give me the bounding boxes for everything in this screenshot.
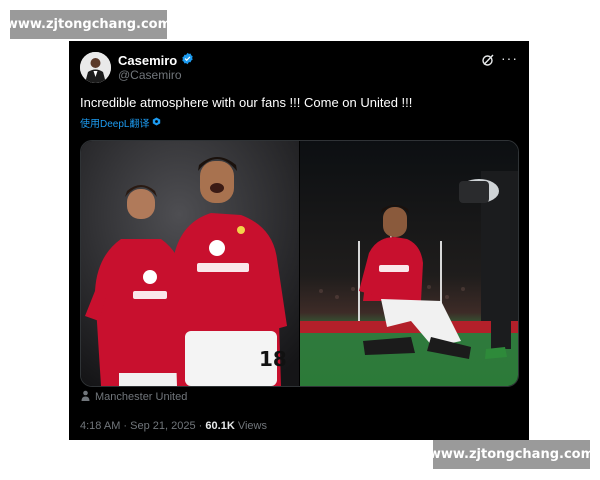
grok-icon[interactable] xyxy=(481,53,495,67)
verified-badge-icon xyxy=(181,52,194,68)
watermark-top: www.zjtongchang.com xyxy=(6,10,171,39)
translate-link[interactable]: 使用DeepL翻译 xyxy=(80,115,161,130)
post-meta: 4:18 AM · Sep 21, 2025 · 60.1K Views xyxy=(80,420,267,432)
location-icon xyxy=(81,390,90,404)
post-text: Incredible atmosphere with our fans !!! … xyxy=(80,95,413,110)
post-date[interactable]: Sep 21, 2025 xyxy=(130,420,195,432)
translate-label: 使用DeepL翻译 xyxy=(80,119,150,130)
right-photo xyxy=(300,141,518,386)
post-card[interactable]: Casemiro @Casemiro ··· Incredible atmosp… xyxy=(69,41,529,440)
meta-separator: · xyxy=(198,420,203,432)
author-avatar[interactable] xyxy=(80,52,111,83)
location-tag[interactable]: Manchester United xyxy=(81,390,187,404)
translate-icon xyxy=(152,117,161,129)
author-name-label: Casemiro xyxy=(118,52,178,68)
meta-separator: · xyxy=(123,420,128,432)
views-label: Views xyxy=(237,420,267,432)
views-count: 60.1K xyxy=(205,420,235,432)
watermark-bottom: www.zjtongchang.com xyxy=(429,440,594,469)
author-name[interactable]: Casemiro xyxy=(118,52,194,68)
svg-text:18: 18 xyxy=(259,347,287,371)
post-media[interactable]: 18 xyxy=(80,140,519,387)
author-handle[interactable]: @Casemiro xyxy=(118,68,182,82)
post-time[interactable]: 4:18 AM xyxy=(80,420,120,432)
location-label: Manchester United xyxy=(95,391,188,403)
left-photo: 18 xyxy=(81,141,299,386)
more-options-icon[interactable]: ··· xyxy=(501,50,518,66)
